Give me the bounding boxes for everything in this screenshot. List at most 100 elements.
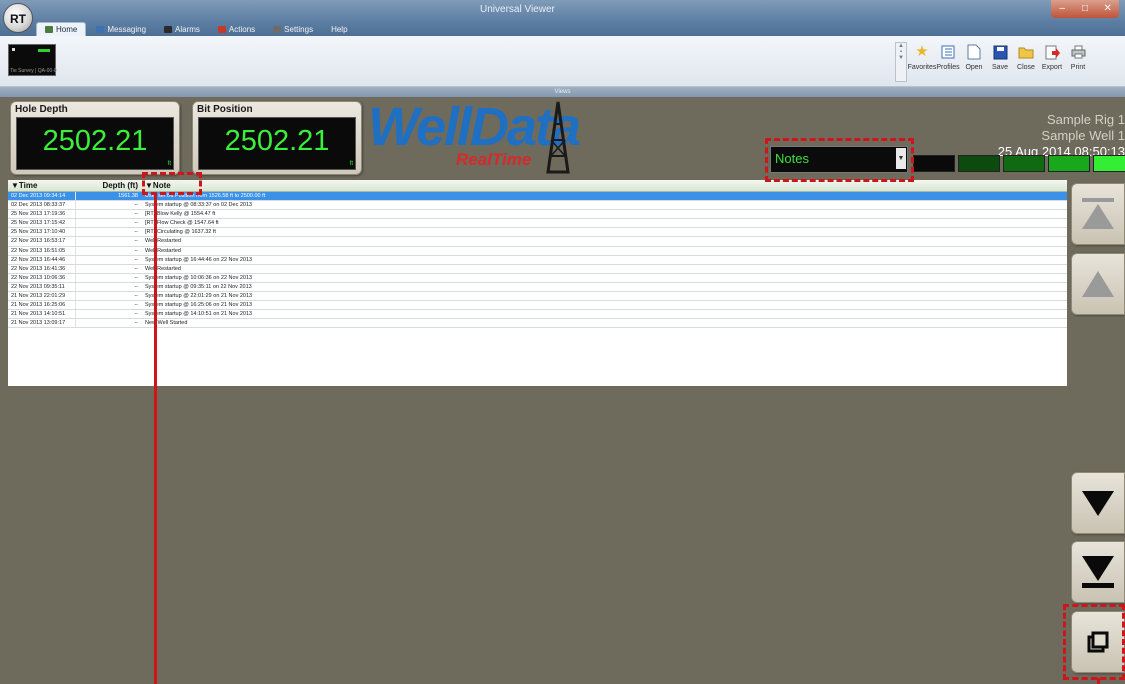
note-cell: System startup @ 22:01:29 on 21 Nov 2013 [145,293,253,300]
table-row[interactable]: 22 Nov 2013 16:44:46 -- System startup @ 1… [8,255,1067,265]
depth-cell: -- [134,202,138,209]
survey-indicator-dot [12,48,15,51]
scroll-down-button[interactable] [1071,472,1125,534]
table-row[interactable]: 21 Nov 2013 22:01:29 -- System startup @ 2… [8,292,1067,302]
note-cell: [RT] Flow Check @ 1547.64 ft [145,220,219,227]
gauge-unit: ft [167,161,171,167]
messaging-icon [96,25,105,33]
scroll-bottom-icon [1082,556,1114,588]
settings-icon [273,25,282,33]
scroll-up-button[interactable] [1071,253,1125,315]
table-row[interactable]: 02 Dec 2013 08:33:37 -- System startup @ 0… [8,201,1067,211]
time-cell: 22 Nov 2013 10:06:36 [8,273,76,282]
tool-label: Print [1070,64,1086,71]
note-cell: System startup @ 16:25:06 on 21 Nov 2013 [145,302,253,309]
status-led-bar [913,155,1125,172]
status-led [958,155,1000,172]
window-title: Universal Viewer [480,4,555,15]
time-cell: 25 Nov 2013 17:19:36 [8,210,76,219]
note-cell: System startup @ 09:35:11 on 22 Nov 2013 [145,283,252,290]
rig-info: Sample Rig 1 Sample Well 1 25 Aug 2014 0… [998,112,1125,160]
tab-actions[interactable]: Actions [210,22,263,36]
time-cell: 22 Nov 2013 16:44:46 [8,255,76,264]
ribbon-scroll[interactable]: ▲ ▪ ▼ [895,42,907,82]
tab-alarms[interactable]: Alarms [156,22,208,36]
depth-cell: -- [134,220,138,227]
depth-cell: -- [134,238,138,245]
view-select-highlight [765,138,914,182]
tab-label: Messaging [107,24,147,34]
favorites-button[interactable]: ★ Favorites [907,44,937,72]
tab-settings[interactable]: Settings [265,22,321,36]
depth-cell: -- [134,247,138,254]
table-row[interactable]: 22 Nov 2013 16:41:36 -- Well Restarted [8,264,1067,274]
depth-cell: -- [134,283,138,290]
table-row[interactable]: 25 Nov 2013 17:15:42 -- [RT] Flow Check @ … [8,219,1067,229]
print-icon [1070,44,1086,60]
time-cell: 21 Nov 2013 16:25:06 [8,301,76,310]
note-cell: [RT] Blow Kelly @ 1554.47 ft [145,211,216,218]
depth-cell: 1561.38 [118,193,138,199]
time-cell: 25 Nov 2013 17:15:42 [8,219,76,228]
home-icon [45,26,53,33]
app-logo-button[interactable]: RT [3,3,33,33]
table-row[interactable]: 21 Nov 2013 13:09:17 -- New Well Started [8,319,1067,329]
tab-messaging[interactable]: Messaging [88,22,154,36]
window-toggle-callout-line [1097,678,1100,684]
table-row[interactable]: 21 Nov 2013 14:10:51 -- System startup @ 1… [8,310,1067,320]
depth-cell: -- [134,229,138,236]
save-icon [992,44,1008,60]
table-row[interactable]: 25 Nov 2013 17:19:36 -- [RT] Blow Kelly @ … [8,210,1067,220]
tab-help[interactable]: Help [323,22,355,36]
time-column-header[interactable]: ▼Time [8,180,76,191]
table-row[interactable]: 21 Nov 2013 16:25:06 -- System startup @ 1… [8,301,1067,311]
rig-name: Sample Rig 1 [1046,112,1125,127]
tab-home[interactable]: Home [36,22,87,36]
note-header-highlight [142,172,202,195]
depth-cell: -- [134,320,138,327]
tab-label: Settings [284,24,314,34]
tab-label: Help [331,24,348,34]
save-button[interactable]: Save [988,44,1012,71]
note-column-header[interactable]: ▼Note [142,180,1067,191]
survey-thumbnail[interactable]: Tie Survey | QA-00-0 [8,44,57,76]
print-button[interactable]: Print [1066,44,1090,71]
minimize-icon[interactable]: – [1051,0,1074,18]
table-row[interactable]: 22 Nov 2013 16:51:05 -- Well Restarted [8,246,1067,256]
app-window: RT Universal Viewer – □ ✕ Home Messaging… [0,0,1125,684]
profiles-button[interactable]: Profiles [936,44,960,71]
scroll-bottom-button[interactable] [1071,541,1125,603]
depth-cell: -- [134,265,138,272]
table-row[interactable]: 22 Nov 2013 16:53:17 -- Well Restarted [8,237,1067,247]
scroll-top-button[interactable] [1071,183,1125,245]
table-row[interactable]: 22 Nov 2013 10:06:36 -- System startup @ 1… [8,273,1067,283]
notes-table: ▼Time Depth (ft) ▼Note 02 Dec 2013 09:34… [8,180,1067,386]
time-cell: 02 Dec 2013 08:33:37 [8,201,76,210]
gauge-unit: ft [349,161,353,167]
maximize-icon[interactable]: □ [1074,0,1097,18]
close-button[interactable]: Close [1014,44,1038,71]
close-icon[interactable]: ✕ [1096,0,1119,18]
tab-label: Alarms [175,24,200,34]
tool-label: Close [1017,64,1035,71]
note-cell: [RT] Circulating @ 1637.32 ft [145,229,216,236]
status-led [1003,155,1045,172]
ribbon-tools: ★ Favorites Profiles Open Save Close Exp… [907,44,1090,72]
note-cell: Well Restarted [145,247,181,254]
tool-label: Favorites [907,64,937,71]
export-button[interactable]: Export [1040,44,1064,71]
survey-indicator-bar [38,49,50,52]
time-cell: 21 Nov 2013 22:01:29 [8,292,76,301]
alarms-icon [164,25,173,33]
tab-label: Actions [228,24,256,34]
open-button[interactable]: Open [962,44,986,71]
hole-depth-gauge: Hole Depth 2502.21 ft [10,101,180,175]
depth-cell: -- [134,256,138,263]
tool-label: Export [1041,64,1063,71]
survey-label: Tie Survey | QA-00-0 [10,68,57,74]
table-row[interactable]: 25 Nov 2013 17:10:40 -- [RT] Circulating @… [8,228,1067,238]
scroll-up-icon [1082,271,1114,297]
table-row[interactable]: 22 Nov 2013 09:35:11 -- System startup @ 0… [8,282,1067,293]
derrick-icon [546,101,570,174]
depth-column-header[interactable]: Depth (ft) [76,180,142,191]
